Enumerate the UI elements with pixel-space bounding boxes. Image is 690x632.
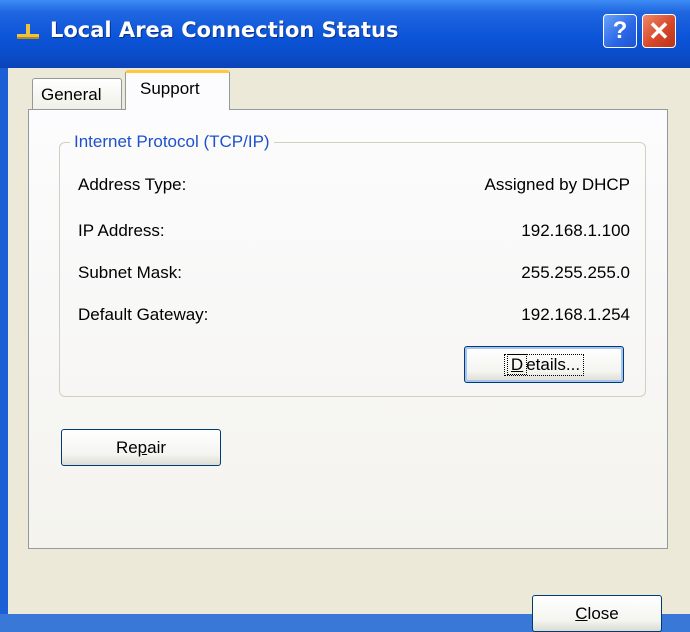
subnet-mask-value: 255.255.255.0 <box>521 263 630 282</box>
repair-button[interactable]: Repair <box>61 429 221 466</box>
row-subnet-mask: Subnet Mask: 255.255.255.0 <box>78 263 630 287</box>
address-type-label: Address Type: <box>78 175 187 194</box>
default-gateway-value: 192.168.1.254 <box>521 305 630 324</box>
help-icon: ? <box>612 17 628 44</box>
tab-general[interactable]: General <box>32 78 122 110</box>
repair-button-label: Repair <box>115 437 167 457</box>
tab-support[interactable]: Support <box>125 70 230 110</box>
local-area-connection-status-window: Local Area Connection Status ? ✕ General… <box>0 0 690 632</box>
help-button[interactable]: ? <box>603 14 637 48</box>
row-address-type: Address Type: Assigned by DHCP <box>78 175 630 199</box>
details-button[interactable]: Details... <box>464 346 624 383</box>
row-ip-address: IP Address: 192.168.1.100 <box>78 221 630 245</box>
close-icon: ✕ <box>648 15 670 46</box>
groupbox-legend: Internet Protocol (TCP/IP) <box>70 132 274 152</box>
title-bar[interactable]: Local Area Connection Status ? ✕ <box>0 0 690 68</box>
network-connection-icon <box>17 24 39 39</box>
ip-address-value: 192.168.1.100 <box>521 221 630 240</box>
window-frame-left <box>0 68 8 614</box>
subnet-mask-label: Subnet Mask: <box>78 263 182 282</box>
default-gateway-label: Default Gateway: <box>78 305 209 324</box>
ip-address-label: IP Address: <box>78 221 165 240</box>
row-default-gateway: Default Gateway: 192.168.1.254 <box>78 305 630 329</box>
window-close-button[interactable]: ✕ <box>642 14 676 48</box>
address-type-value: Assigned by DHCP <box>484 175 630 194</box>
support-tab-panel: Internet Protocol (TCP/IP) Address Type:… <box>28 109 668 549</box>
tcpip-groupbox: Internet Protocol (TCP/IP) Address Type:… <box>59 132 646 397</box>
details-button-label: Details... <box>503 353 585 376</box>
window-title: Local Area Connection Status <box>50 18 399 42</box>
